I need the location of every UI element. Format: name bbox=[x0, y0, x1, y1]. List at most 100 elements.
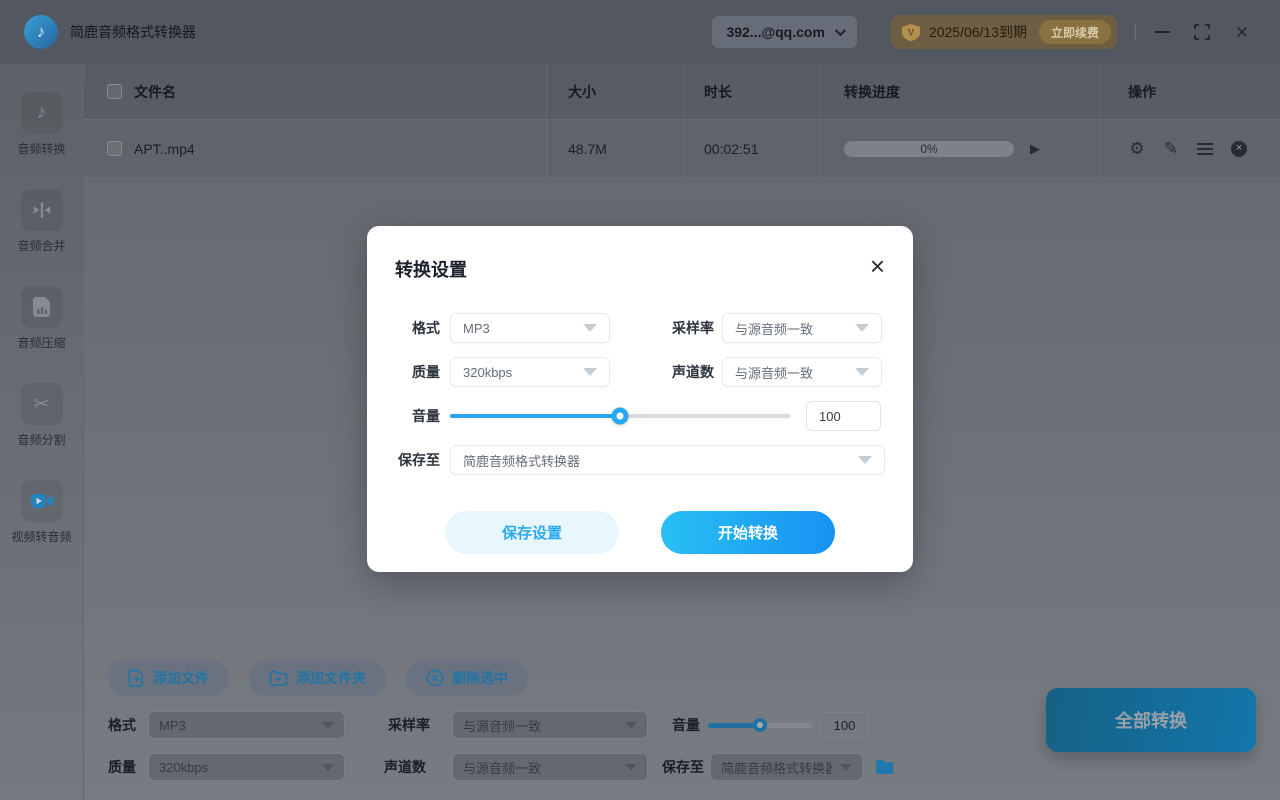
quality-label: 质量 bbox=[108, 759, 136, 775]
dropdown-arrow-icon bbox=[840, 763, 852, 771]
dropdown-arrow-icon bbox=[583, 368, 597, 376]
open-folder-button[interactable] bbox=[875, 759, 894, 775]
volume-label: 音量 bbox=[412, 408, 440, 424]
format-label: 格式 bbox=[108, 717, 136, 733]
volume-input[interactable] bbox=[806, 401, 881, 431]
menu-icon bbox=[1197, 142, 1213, 155]
file-size: 48.7M bbox=[568, 140, 607, 157]
format-select[interactable]: MP3 bbox=[450, 313, 610, 343]
add-file-icon bbox=[128, 669, 143, 687]
table-row: APT..mp4 48.7M 00:02:51 0% ▶ ⚙ ✎ × bbox=[84, 120, 1280, 178]
play-button[interactable]: ▶ bbox=[1030, 141, 1040, 157]
dropdown-arrow-icon bbox=[855, 368, 869, 376]
dropdown-arrow-icon bbox=[855, 324, 869, 332]
remove-circle-icon: × bbox=[1231, 140, 1247, 157]
bottom-settings-row-1: 格式 MP3 采样率 与源音频一致 音量 bbox=[108, 710, 869, 740]
volume-slider[interactable] bbox=[708, 718, 812, 732]
account-dropdown[interactable]: 392...@qq.com bbox=[712, 16, 857, 48]
column-progress: 转换进度 bbox=[844, 83, 900, 100]
row-info-button[interactable] bbox=[1196, 140, 1214, 158]
delete-circle-icon bbox=[426, 669, 444, 687]
modal-close-button[interactable]: × bbox=[866, 253, 889, 279]
minimize-button[interactable] bbox=[1148, 18, 1176, 46]
dropdown-arrow-icon bbox=[322, 763, 334, 771]
channels-label: 声道数 bbox=[672, 364, 714, 380]
volume-slider[interactable] bbox=[450, 407, 790, 425]
save-settings-button[interactable]: 保存设置 bbox=[445, 511, 619, 554]
add-file-button[interactable]: 添加文件 bbox=[108, 660, 229, 696]
quality-select[interactable]: 320kbps bbox=[148, 753, 345, 781]
dropdown-arrow-icon bbox=[625, 763, 637, 771]
channels-label: 声道数 bbox=[384, 759, 426, 775]
file-duration: 00:02:51 bbox=[704, 140, 759, 157]
channels-select[interactable]: 与源音频一致 bbox=[722, 357, 882, 387]
quality-select[interactable]: 320kbps bbox=[450, 357, 610, 387]
modal-title: 转换设置 bbox=[395, 260, 467, 280]
bottom-toolbar: 添加文件 添加文件夹 删除选中 bbox=[108, 660, 528, 696]
bottom-settings-row-2: 质量 320kbps 声道数 与源音频一致 保存至 简鹿音频格式转换器 bbox=[108, 752, 894, 782]
row-remove-button[interactable]: × bbox=[1230, 140, 1248, 158]
volume-slider-knob[interactable] bbox=[753, 718, 767, 732]
format-label: 格式 bbox=[412, 320, 440, 336]
chevron-down-icon bbox=[834, 24, 846, 37]
sample-rate-select[interactable]: 与源音频一致 bbox=[452, 711, 648, 739]
conversion-settings-modal: 转换设置 × 格式 MP3 采样率 与源音频一致 质量 320kbps 声道数 … bbox=[367, 226, 913, 572]
svg-text:V: V bbox=[908, 27, 914, 37]
delete-selected-button[interactable]: 删除选中 bbox=[406, 660, 528, 696]
app-title: 简鹿音频格式转换器 bbox=[70, 24, 196, 40]
app-logo-music-note-icon: ♪ bbox=[24, 15, 58, 49]
sidebar-item-audio-convert[interactable]: ♪ 音频转换 bbox=[0, 92, 84, 158]
sidebar-item-audio-split[interactable]: ✂ 音频分割 bbox=[0, 383, 84, 449]
sample-rate-label: 采样率 bbox=[388, 717, 430, 733]
maximize-icon bbox=[1194, 24, 1210, 40]
sample-rate-label: 采样率 bbox=[672, 320, 714, 336]
sidebar-item-video-to-audio[interactable]: 视频转音频 bbox=[0, 480, 84, 546]
channels-select[interactable]: 与源音频一致 bbox=[452, 753, 648, 781]
vip-status: V 2025/06/13到期 立即续费 bbox=[890, 15, 1117, 49]
quality-label: 质量 bbox=[412, 364, 440, 380]
video-camera-icon bbox=[20, 480, 63, 522]
minimize-icon bbox=[1154, 31, 1170, 33]
row-edit-button[interactable]: ✎ bbox=[1162, 139, 1180, 158]
row-checkbox[interactable] bbox=[107, 141, 122, 156]
dropdown-arrow-icon bbox=[858, 456, 872, 464]
convert-all-button[interactable]: 全部转换 bbox=[1046, 688, 1256, 752]
format-select[interactable]: MP3 bbox=[148, 711, 345, 739]
progress-bar: 0% bbox=[844, 140, 1014, 157]
play-icon: ▶ bbox=[1030, 140, 1040, 156]
compress-file-icon bbox=[20, 286, 63, 328]
progress-percent: 0% bbox=[920, 141, 938, 156]
save-to-label: 保存至 bbox=[398, 452, 440, 468]
titlebar: ♪ 简鹿音频格式转换器 392...@qq.com V 2025/06/13到期… bbox=[0, 0, 1280, 64]
save-to-label: 保存至 bbox=[662, 759, 704, 775]
sidebar-item-audio-compress[interactable]: 音频压缩 bbox=[0, 286, 84, 352]
maximize-button[interactable] bbox=[1188, 18, 1216, 46]
add-folder-icon bbox=[269, 670, 288, 686]
file-name: APT..mp4 bbox=[134, 140, 195, 157]
close-icon: × bbox=[1235, 20, 1249, 44]
dropdown-arrow-icon bbox=[625, 721, 637, 729]
close-window-button[interactable]: × bbox=[1228, 18, 1256, 46]
close-icon: × bbox=[869, 251, 885, 281]
volume-slider-knob[interactable] bbox=[611, 407, 629, 425]
scissors-icon: ✂ bbox=[20, 383, 63, 425]
column-actions: 操作 bbox=[1128, 83, 1156, 100]
dropdown-arrow-icon bbox=[322, 721, 334, 729]
select-all-checkbox[interactable] bbox=[107, 84, 122, 99]
volume-input[interactable] bbox=[820, 712, 869, 738]
account-email: 392...@qq.com bbox=[726, 24, 825, 40]
column-size: 大小 bbox=[568, 83, 596, 100]
column-duration: 时长 bbox=[704, 83, 732, 100]
column-filename: 文件名 bbox=[134, 83, 176, 100]
sidebar-item-audio-merge[interactable]: 音频合并 bbox=[0, 189, 84, 255]
add-folder-button[interactable]: 添加文件夹 bbox=[249, 660, 386, 696]
vip-expiry-date: 2025/06/13到期 bbox=[928, 24, 1027, 40]
renew-button[interactable]: 立即续费 bbox=[1038, 20, 1111, 44]
vip-badge-icon: V bbox=[901, 23, 920, 41]
sample-rate-select[interactable]: 与源音频一致 bbox=[722, 313, 882, 343]
save-to-select[interactable]: 简鹿音频格式转换器 bbox=[710, 753, 863, 781]
start-conversion-button[interactable]: 开始转换 bbox=[661, 511, 835, 554]
dropdown-arrow-icon bbox=[583, 324, 597, 332]
save-to-select[interactable]: 简鹿音频格式转换器 bbox=[450, 445, 885, 475]
row-settings-button[interactable]: ⚙ bbox=[1128, 139, 1146, 158]
